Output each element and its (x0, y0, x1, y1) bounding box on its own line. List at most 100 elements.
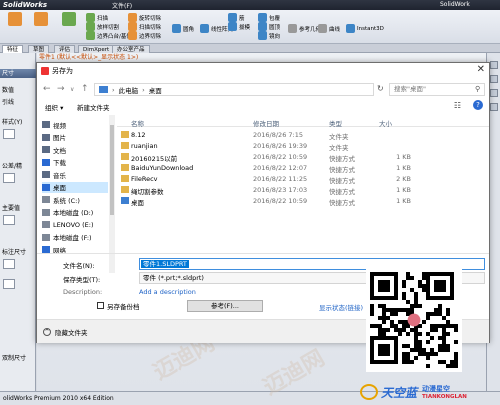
design-library-icon[interactable] (490, 75, 498, 83)
nav-item-label: 视频 (53, 121, 66, 130)
fm-tab-values[interactable]: 数值 (2, 85, 35, 94)
file-date: 2016/8/23 17:03 (253, 186, 308, 194)
column-type[interactable]: 类型 (329, 118, 342, 128)
fm-tol-box[interactable] (3, 173, 15, 183)
ribbon-item[interactable]: 筋 (228, 13, 245, 22)
nav-item[interactable]: 桌面 (42, 181, 108, 193)
view-palette-icon[interactable] (490, 103, 498, 111)
back-icon[interactable]: ← (43, 84, 51, 94)
fm-primary: 主要值 (2, 205, 21, 212)
file-explorer-icon[interactable] (490, 89, 498, 97)
nav-item-label: 本地磁盘 (F:) (53, 234, 92, 242)
file-row[interactable]: 8.12 2016/8/26 7:15 文件夹 (117, 129, 489, 141)
file-name: FileRecv (131, 175, 158, 183)
ribbon-item[interactable]: 放样切割 (86, 22, 119, 31)
folder-icon (121, 164, 129, 171)
file-row[interactable]: BaiduYunDownload 2016/8/22 12:07 快捷方式 1 KB (117, 162, 489, 174)
computer-icon (99, 86, 108, 93)
tab-2[interactable]: 评估 (54, 45, 76, 53)
ribbon-item[interactable]: 镜向 (258, 31, 280, 40)
file-row[interactable]: 桌面 2016/8/22 10:59 快捷方式 1 KB (117, 195, 489, 207)
ribbon-item[interactable]: 圆角 (172, 24, 194, 33)
hide-folders-toggle[interactable]: ^ 隐藏文件夹 (43, 327, 88, 337)
fm-primary-box[interactable] (3, 215, 15, 225)
file-date: 2016/8/22 11:25 (253, 175, 308, 183)
fm-label-box2[interactable] (3, 279, 15, 289)
nav-item[interactable]: 图片 (42, 132, 108, 143)
ribbon-item[interactable]: 曲线 (318, 24, 340, 33)
breadcrumb-desktop[interactable]: 桌面 (149, 85, 162, 95)
forward-icon[interactable]: → (57, 84, 65, 94)
revolve-icon[interactable] (30, 12, 52, 40)
fm-header: 尺寸 (0, 69, 36, 78)
resources-icon[interactable] (490, 61, 498, 69)
fm-style-box[interactable] (3, 129, 15, 139)
sweep-icon[interactable] (58, 12, 80, 40)
recent-dropdown-icon[interactable]: ∨ (70, 86, 74, 93)
organize-button[interactable]: 组织 ▾ (45, 102, 63, 112)
ribbon-item[interactable]: Instant3D (346, 24, 384, 33)
savetype-label: 保存类型(T): (63, 276, 101, 284)
file-row[interactable]: ruanjian 2016/8/26 19:39 文件夹 (117, 140, 489, 152)
save-as-copy-checkbox[interactable] (97, 302, 104, 309)
add-description-link[interactable]: Add a description (139, 288, 196, 296)
help-icon[interactable]: ? (473, 100, 483, 110)
nav-item[interactable]: 系统 (C:) (42, 194, 108, 205)
up-icon[interactable]: ↑ (81, 84, 89, 94)
nav-item[interactable]: 音乐 (42, 169, 108, 180)
new-folder-button[interactable]: 新建文件夹 (77, 102, 110, 112)
display-states-link[interactable]: 显示状态(链接) (319, 302, 363, 312)
app-logo: SolidWorks (3, 1, 48, 9)
folder-icon (42, 246, 50, 253)
nav-item[interactable]: 视频 (42, 119, 108, 130)
feature-icon (258, 22, 267, 31)
folder-icon (121, 142, 129, 149)
extrude-icon[interactable] (4, 12, 26, 40)
nav-item[interactable]: 本地磁盘 (D:) (42, 207, 108, 218)
tab-0[interactable]: 特征 (2, 45, 24, 53)
ribbon-item[interactable]: 旋转切除 (128, 13, 161, 22)
references-button[interactable]: 参考(F)... (187, 300, 263, 312)
ribbon-item[interactable]: 包覆 (258, 13, 280, 22)
ribbon-item[interactable]: 扫描切除 (128, 22, 161, 31)
feature-icon (86, 13, 95, 22)
ribbon-item-label: 圆角 (183, 26, 195, 33)
feature-icon (172, 24, 181, 33)
fm-label-box[interactable] (3, 259, 15, 269)
ribbon-item-label: 筋 (239, 15, 245, 22)
view-options-icon[interactable]: ☷ (454, 101, 461, 110)
ribbon-item[interactable]: 扫描 (86, 13, 108, 22)
column-date[interactable]: 修改日期 (253, 118, 279, 128)
close-icon[interactable]: ✕ (477, 64, 485, 75)
tab-1[interactable]: 草图 (28, 45, 50, 53)
file-row[interactable]: FileRecv 2016/8/22 11:25 快捷方式 2 KB (117, 173, 489, 185)
tab-3[interactable]: DimXpert (78, 45, 115, 53)
nav-item[interactable]: LENOVO (E:) (42, 219, 108, 230)
navigation-pane: 视频图片文档下载 音乐 桌面 系统 (C:) 本地磁盘 (D:) LENOVO (E:) 本… (37, 115, 109, 273)
address-bar[interactable]: › 此电脑 › 桌面 (94, 83, 374, 96)
scrollbar-thumb[interactable] (110, 125, 114, 215)
file-row[interactable]: 20160215以前 2016/8/22 10:59 快捷方式 1 KB (117, 151, 489, 163)
column-size[interactable]: 大小 (379, 118, 392, 128)
nav-item-label: 文档 (53, 146, 66, 155)
ribbon-item[interactable]: 边界切除 (128, 31, 161, 40)
search-input[interactable]: 搜索"桌面" (389, 83, 485, 96)
feature-icon (86, 22, 95, 31)
navigation-scrollbar[interactable] (109, 115, 115, 273)
fm-tab-leaders[interactable]: 引线 (2, 97, 35, 106)
column-name[interactable]: 名称 (131, 118, 144, 128)
tab-4[interactable]: 办公室产品 (112, 45, 150, 53)
nav-item[interactable]: 文档 (42, 144, 108, 155)
file-menu[interactable]: 文件(F) (112, 1, 132, 10)
solidworks-icon (41, 67, 49, 75)
breadcrumb-this-pc[interactable]: 此电脑 (119, 85, 139, 95)
refresh-icon[interactable]: ↻ (377, 84, 384, 93)
feature-icon (228, 13, 237, 22)
file-row[interactable]: 绳切割参数 2016/8/23 17:03 快捷方式 1 KB (117, 184, 489, 196)
nav-item[interactable]: 本地磁盘 (F:) (42, 232, 108, 243)
command-tabs: 特征 草图 评估 DimXpert 办公室产品 (0, 44, 500, 53)
ribbon-item[interactable]: 圆顶 (258, 22, 280, 31)
ribbon-item[interactable]: 边界凸台/基体 (86, 31, 132, 40)
nav-item[interactable]: 下载 (42, 157, 108, 168)
ribbon-item[interactable]: 拔模 (228, 22, 250, 31)
